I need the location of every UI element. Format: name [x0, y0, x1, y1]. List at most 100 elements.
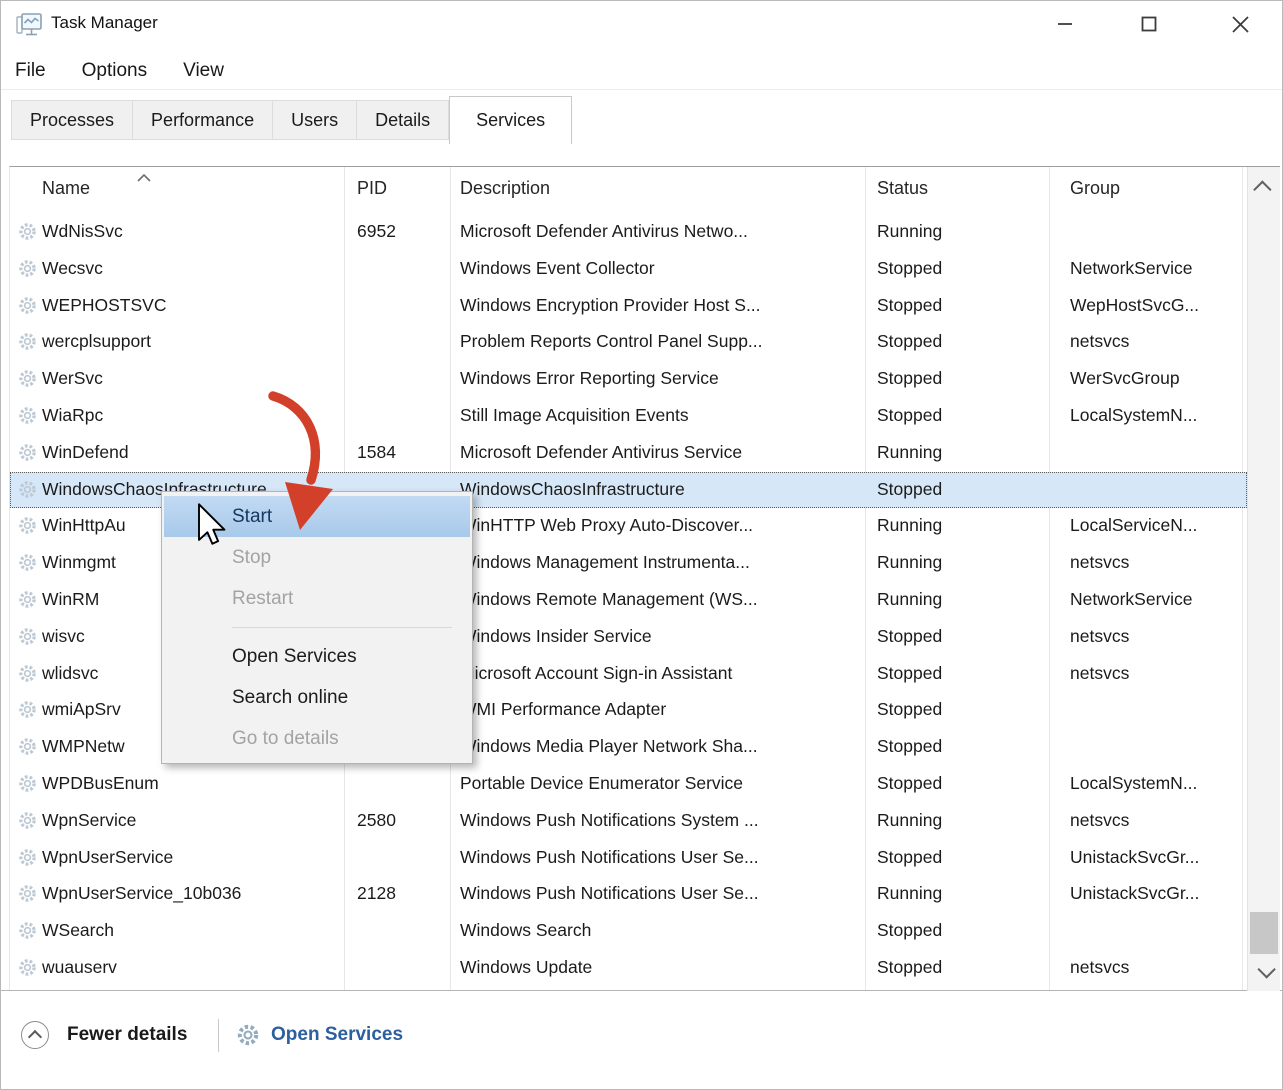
gear-icon: [235, 1022, 261, 1048]
table-row[interactable]: WpnUserService Windows Push Notifications…: [10, 840, 1247, 877]
column-header-description[interactable]: Description: [460, 178, 550, 199]
table-row[interactable]: wuauservWindows UpdateStoppednetsvcs: [10, 950, 1247, 987]
cell-pid: 2128: [357, 883, 396, 904]
service-gear-icon: [17, 258, 38, 279]
service-gear-icon: [17, 221, 38, 242]
tab-strip: ProcessesPerformanceUsersDetailsServices: [11, 96, 572, 144]
cell-group: WepHostSvcG...: [1070, 295, 1240, 316]
column-header-status[interactable]: Status: [877, 178, 928, 199]
service-gear-icon: [17, 442, 38, 463]
tab-performance[interactable]: Performance: [133, 100, 273, 140]
task-manager-window: Task Manager FileOptionsView ProcessesPe…: [0, 0, 1283, 1090]
cell-description: Windows Management Instrumenta...: [460, 552, 860, 573]
cell-description: WMI Performance Adapter: [460, 699, 860, 720]
cell-group: NetworkService: [1070, 589, 1240, 610]
cell-group: netsvcs: [1070, 663, 1240, 684]
menu-separator: [232, 627, 452, 628]
cell-status: Running: [877, 221, 942, 242]
scroll-up-button[interactable]: [1248, 167, 1280, 207]
annotation-arrow-icon: [229, 386, 349, 541]
open-services-link[interactable]: Open Services: [271, 1024, 403, 1046]
close-button[interactable]: [1217, 7, 1263, 41]
cell-status: Stopped: [877, 957, 942, 978]
cell-group: LocalServiceN...: [1070, 515, 1240, 536]
tab-processes[interactable]: Processes: [11, 100, 133, 140]
service-gear-icon: [17, 405, 38, 426]
chevron-down-icon: [1257, 960, 1275, 978]
table-row[interactable]: WpnService2580Windows Push Notifications…: [10, 803, 1247, 840]
cell-description: Windows Push Notifications User Se...: [460, 847, 860, 868]
cell-description: Microsoft Defender Antivirus Service: [460, 442, 860, 463]
service-gear-icon: [17, 736, 38, 757]
column-header-name[interactable]: Name: [42, 178, 90, 199]
cell-name: WpnUserService_10b036: [42, 883, 338, 904]
cell-group: UnistackSvcGr...: [1070, 883, 1240, 904]
cell-description: Problem Reports Control Panel Supp...: [460, 331, 860, 352]
cell-description: Windows Search: [460, 920, 860, 941]
cell-description: Microsoft Defender Antivirus Netwo...: [460, 221, 860, 242]
menu-view[interactable]: View: [183, 53, 224, 89]
service-gear-icon: [17, 663, 38, 684]
service-gear-icon: [17, 883, 38, 904]
cell-status: Stopped: [877, 699, 942, 720]
scrollbar-thumb[interactable]: [1250, 912, 1278, 954]
service-gear-icon: [17, 957, 38, 978]
cell-description: Microsoft Account Sign-in Assistant: [460, 663, 860, 684]
footer-divider: [218, 1019, 219, 1052]
table-row[interactable]: WpnUserService_10b036 2128 Windows Push No…: [10, 876, 1247, 913]
cell-description: WinHTTP Web Proxy Auto-Discover...: [460, 515, 860, 536]
cell-name: wuauserv: [42, 957, 338, 978]
cell-name: WdNisSvc: [42, 221, 338, 242]
cell-description: Windows Remote Management (WS...: [460, 589, 860, 610]
cell-description: Windows Media Player Network Sha...: [460, 736, 860, 757]
cell-name: WPDBusEnum: [42, 773, 338, 794]
cell-name: WpnUserService: [42, 847, 338, 868]
table-row[interactable]: WinDefend1584Microsoft Defender Antiviru…: [10, 435, 1247, 472]
cell-group: UnistackSvcGr...: [1070, 847, 1240, 868]
context-menu-item-search-online[interactable]: Search online: [164, 677, 470, 718]
cell-group: netsvcs: [1070, 331, 1240, 352]
table-row[interactable]: WdNisSvc 6952 Microsoft Defender Antivirus…: [10, 214, 1247, 251]
cell-description: Windows Push Notifications User Se...: [460, 883, 860, 904]
table-row[interactable]: WPDBusEnumPortable Device Enumerator Ser…: [10, 766, 1247, 803]
cell-status: Stopped: [877, 368, 942, 389]
table-row[interactable]: WSearchWindows SearchStopped: [10, 913, 1247, 950]
tab-details[interactable]: Details: [357, 100, 449, 140]
cell-name: WpnService: [42, 810, 338, 831]
table-row[interactable]: WiaRpcStill Image Acquisition EventsStop…: [10, 398, 1247, 435]
cell-group: NetworkService: [1070, 258, 1240, 279]
minimize-button[interactable]: [1042, 7, 1088, 41]
fewer-details-button[interactable]: Fewer details: [67, 1024, 187, 1046]
menu-options[interactable]: Options: [82, 53, 147, 89]
vertical-scrollbar[interactable]: [1247, 167, 1280, 991]
service-gear-icon: [17, 479, 38, 500]
service-gear-icon: [17, 810, 38, 831]
cell-description: Windows Update: [460, 957, 860, 978]
cell-status: Running: [877, 552, 942, 573]
service-gear-icon: [17, 331, 38, 352]
tab-services[interactable]: Services: [449, 96, 572, 144]
column-header-pid[interactable]: PID: [357, 178, 387, 199]
context-menu-item-open-services[interactable]: Open Services: [164, 636, 470, 677]
task-manager-icon: [15, 11, 43, 39]
tab-users[interactable]: Users: [273, 100, 357, 140]
cell-status: Running: [877, 442, 942, 463]
cell-description: Windows Push Notifications System ...: [460, 810, 860, 831]
table-row[interactable]: WerSvcWindows Error Reporting ServiceSto…: [10, 361, 1247, 398]
menu-bar-divider: [1, 89, 1282, 90]
table-row[interactable]: WecsvcWindows Event CollectorStoppedNetw…: [10, 251, 1247, 288]
cell-pid: 6952: [357, 221, 396, 242]
cell-status: Stopped: [877, 773, 942, 794]
table-row[interactable]: WEPHOSTSVCWindows Encryption Provider Ho…: [10, 288, 1247, 325]
maximize-button[interactable]: [1126, 7, 1172, 41]
cell-name: wercplsupport: [42, 331, 338, 352]
cell-group: WerSvcGroup: [1070, 368, 1240, 389]
menu-bar: File Options View: [1, 53, 1282, 89]
scroll-down-button[interactable]: [1248, 951, 1280, 991]
service-gear-icon: [17, 515, 38, 536]
table-row[interactable]: wercplsupport Problem Reports Control Pan…: [10, 324, 1247, 361]
cell-description: Windows Insider Service: [460, 626, 860, 647]
column-header-group[interactable]: Group: [1070, 178, 1120, 199]
menu-file[interactable]: File: [15, 53, 46, 89]
cell-status: Stopped: [877, 663, 942, 684]
